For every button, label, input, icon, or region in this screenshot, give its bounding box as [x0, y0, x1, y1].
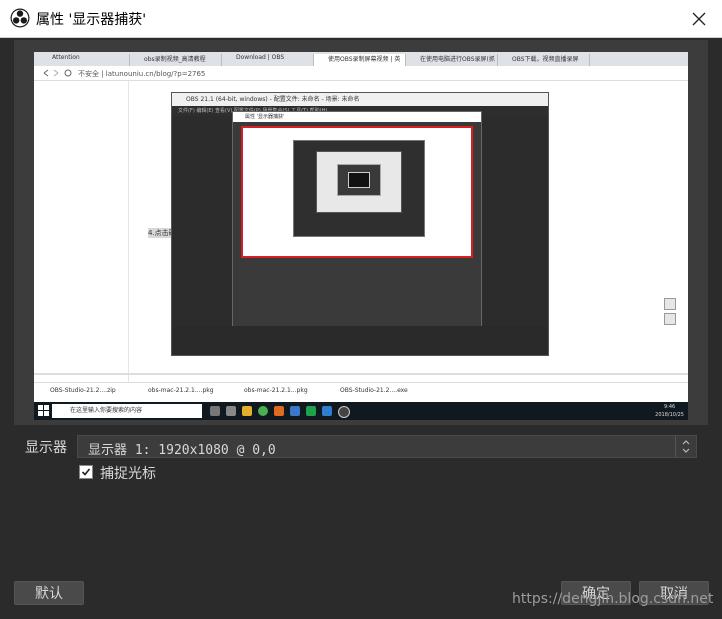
browser-tab-strip: Attention obs录制视频_高清教程 Download | OBS 使用… [34, 52, 688, 66]
nested-capture-frame-2 [293, 140, 425, 237]
download-item: OBS-Studio-21.2....zip [50, 387, 116, 394]
browser-tab: OBS下载，视频直播录屏 [498, 54, 590, 66]
display-select[interactable]: 显示器 1: 1920x1080 @ 0,0 [77, 435, 697, 458]
display-label: 显示器 [25, 440, 67, 456]
obs-taskbar-icon [338, 406, 350, 418]
browser-tab: Download | OBS [222, 54, 314, 66]
capture-preview: Attention obs录制视频_高清教程 Download | OBS 使用… [14, 40, 708, 425]
close-button[interactable] [676, 0, 722, 37]
taskbar-search: 在这里输入你要搜索的内容 [52, 404, 202, 418]
watermark: https://dengjin.blog.csdn.net [512, 591, 714, 607]
taskbar-app-icon-5 [322, 406, 332, 416]
nested-properties-dialog: 属性 '显示器捕获' [232, 111, 482, 328]
nav-arrows-icon [43, 69, 72, 77]
browser-tab: 在使用电脑进行OBS录屏(抓 [406, 54, 498, 66]
nested-obs-window: OBS 21.1 (64-bit, windows) - 配置文件: 未命名 -… [171, 92, 549, 356]
display-select-spinner[interactable] [675, 436, 696, 457]
file-explorer-icon [242, 406, 252, 416]
chrome-icon [258, 406, 268, 416]
taskbar-app-icon-4 [306, 406, 316, 416]
download-item: OBS-Studio-21.2....exe [340, 387, 408, 394]
capture-cursor-label[interactable]: 捕捉光标 [100, 463, 156, 483]
display-select-value: 显示器 1: 1920x1080 @ 0,0 [88, 443, 276, 458]
close-icon [692, 12, 706, 25]
nested-obs-panels [172, 326, 548, 355]
inner-taskbar-line [34, 373, 688, 375]
obs-logo-icon [10, 8, 30, 28]
preview-screen: Attention obs录制视频_高清教程 Download | OBS 使用… [34, 52, 688, 420]
scroll-up-icon [664, 298, 676, 310]
nested-capture-frame-3 [316, 151, 402, 213]
task-view-icon [210, 406, 220, 416]
chevron-down-icon [682, 448, 690, 453]
browser-url: 不安全 | latunouniu.cn/blog/?p=2765 [78, 70, 206, 78]
nested-capture-frame-4 [337, 164, 381, 196]
browser-tab: Attention [38, 54, 130, 66]
clock-date: 2018/10/25 [655, 412, 684, 418]
defaults-button[interactable]: 默认 [14, 581, 84, 605]
browser-tab: obs录制视频_高清教程 [130, 54, 222, 66]
download-item: obs-mac-21.2.1....pkg [148, 387, 214, 394]
clock-time: 9:46 [663, 404, 676, 410]
nested-properties-title: 属性 '显示器捕获' [233, 112, 481, 122]
page-divider [128, 81, 129, 403]
nested-capture-frame-5 [348, 172, 370, 188]
download-bar: OBS-Studio-21.2....zip obs-mac-21.2.1...… [34, 382, 688, 403]
title-bar: 属性 '显示器捕获' [0, 0, 722, 38]
browser-tab-active: 使用OBS录制屏幕视频 | 英 [314, 54, 406, 66]
checkmark-icon [81, 468, 91, 476]
nested-obs-title: OBS 21.1 (64-bit, windows) - 配置文件: 未命名 -… [172, 93, 548, 106]
windows-taskbar: 在这里输入你要搜索的内容 9:46 2018/10/25 [34, 402, 688, 420]
browser-url-bar: 不安全 | latunouniu.cn/blog/?p=2765 [34, 66, 688, 81]
windows-start-icon [38, 405, 49, 416]
window-title: 属性 '显示器捕获' [36, 12, 147, 28]
scroll-down-icon [664, 313, 676, 325]
chevron-up-icon [682, 440, 690, 445]
page-content-left [34, 81, 128, 403]
taskbar-clock: 9:46 2018/10/25 [655, 403, 684, 419]
taskbar-app-icon-2 [274, 406, 284, 416]
capture-cursor-checkbox[interactable] [79, 465, 93, 479]
taskbar-app-icon [226, 406, 236, 416]
taskbar-app-icon-3 [290, 406, 300, 416]
download-item: obs-mac-21.2.1...pkg [244, 387, 308, 394]
nested-capture-frame [241, 126, 473, 258]
